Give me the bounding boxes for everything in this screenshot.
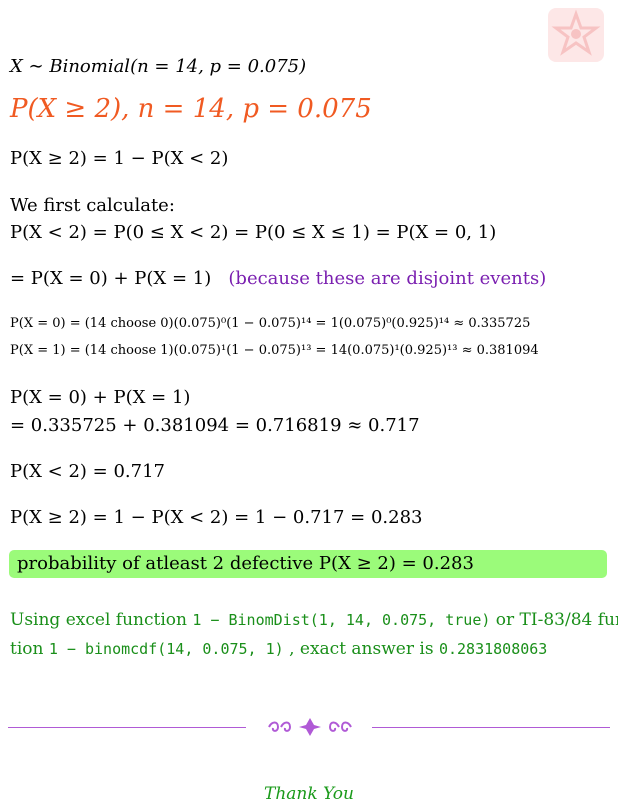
ornament-icon (268, 718, 352, 736)
sum-value: = 0.335725 + 0.381094 = 0.716819 ≈ 0.717 (10, 415, 420, 436)
problem-heading: P(X ≥ 2), n = 14, p = 0.075 (10, 94, 372, 124)
disjoint-note: (because these are disjoint events) (228, 268, 547, 289)
logo (548, 8, 604, 62)
star-logo-icon (551, 9, 601, 56)
less-than-result: P(X < 2) = 0.717 (10, 461, 166, 482)
excel-tion: tion (10, 639, 44, 659)
sum-label: P(X = 0) + P(X = 1) (10, 387, 191, 408)
sum-equation: = P(X = 0) + P(X = 1) (10, 268, 212, 289)
divider-left (8, 727, 246, 728)
exact-value: 0.2831808063 (438, 640, 548, 658)
sum-line: = P(X = 0) + P(X = 1) (because these are… (10, 268, 546, 289)
complement-line: P(X ≥ 2) = 1 − P(X < 2) (10, 148, 229, 169)
thank-you: Thank You (263, 784, 354, 804)
excel-line-2: tion 1 − binomcdf(14, 0.075, 1) , exact … (10, 639, 547, 659)
final-equation: P(X ≥ 2) = 1 − P(X < 2) = 1 − 0.717 = 0.… (10, 507, 423, 528)
excel-line-1: Using excel function 1 − BinomDist(1, 14… (10, 610, 618, 630)
range-equation: P(X < 2) = P(0 ≤ X < 2) = P(0 ≤ X ≤ 1) =… (10, 222, 497, 243)
p0-calculation: P(X = 0) = (14 choose 0)(0.075)⁰(1 − 0.0… (10, 316, 531, 331)
result-box: probability of atleast 2 defective P(X ≥… (9, 550, 607, 578)
p1-calculation: P(X = 1) = (14 choose 1)(0.075)¹(1 − 0.0… (10, 343, 539, 358)
exact-label: , exact answer is (289, 639, 434, 659)
divider-right (372, 727, 610, 728)
ti-formula: 1 − binomcdf(14, 0.075, 1) (48, 640, 284, 658)
excel-formula: 1 − BinomDist(1, 14, 0.075, true) (192, 611, 491, 629)
first-calc-label: We first calculate: (10, 195, 175, 216)
excel-prefix: Using excel function (10, 610, 187, 630)
excel-mid: or TI-83/84 func- (495, 610, 618, 630)
distribution-line: X ∼ Binomial(n = 14, p = 0.075) (10, 56, 307, 77)
